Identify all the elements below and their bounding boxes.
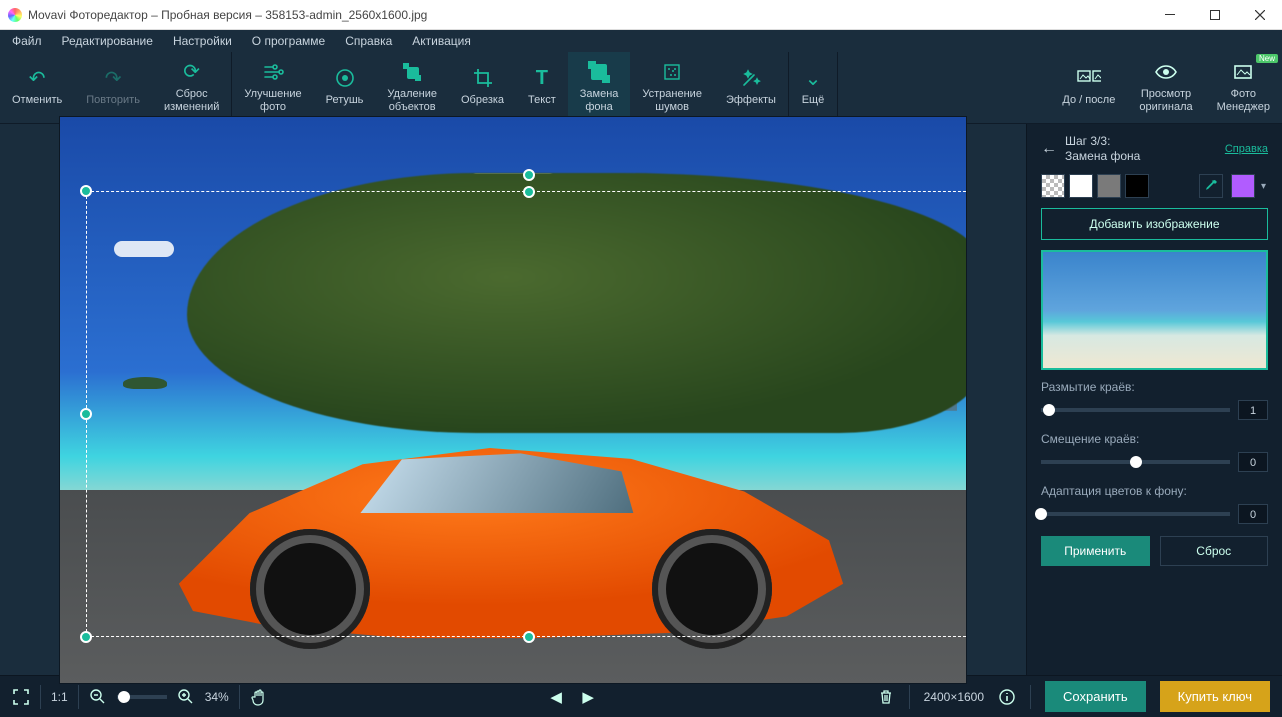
crop-icon [471, 66, 495, 90]
panel-title: Шаг 3/3: Замена фона [1065, 134, 1217, 164]
swatch-gray[interactable] [1097, 174, 1121, 198]
app-logo-icon [8, 8, 22, 22]
shift-slider[interactable] [1041, 460, 1230, 464]
minimize-button[interactable] [1147, 0, 1192, 30]
redo-icon: ↷ [101, 66, 125, 90]
canvas-area[interactable] [0, 124, 1026, 675]
blur-label: Размытие краёв: [1041, 380, 1268, 394]
undo-icon: ↶ [25, 66, 49, 90]
next-image-button[interactable]: ▶ [579, 688, 597, 706]
retouch-icon [333, 66, 357, 90]
reset-icon: ⟳ [180, 60, 204, 84]
text-icon: T [530, 66, 554, 90]
eye-icon [1154, 60, 1178, 84]
selection-marquee[interactable] [86, 191, 966, 637]
eyedropper-button[interactable] [1199, 174, 1223, 198]
info-button[interactable] [998, 688, 1016, 706]
reset-button[interactable]: ⟳Сброс изменений [152, 52, 231, 123]
background-icon [587, 60, 611, 84]
menu-edit[interactable]: Редактирование [54, 32, 161, 50]
panel-help-link[interactable]: Справка [1225, 143, 1268, 155]
maximize-button[interactable] [1192, 0, 1237, 30]
retouch-button[interactable]: Ретушь [314, 52, 376, 123]
compare-icon [1077, 66, 1101, 90]
denoise-button[interactable]: Устранение шумов [630, 52, 714, 123]
apply-button[interactable]: Применить [1041, 536, 1150, 566]
adapt-label: Адаптация цветов к фону: [1041, 484, 1268, 498]
menu-about[interactable]: О программе [244, 32, 333, 50]
resize-handle-nw[interactable] [80, 185, 92, 197]
background-replace-button[interactable]: Замена фона [568, 52, 631, 123]
main-toolbar: ↶Отменить ↷Повторить ⟳Сброс изменений Ул… [0, 52, 1282, 124]
menu-settings[interactable]: Настройки [165, 32, 240, 50]
menu-help[interactable]: Справка [337, 32, 400, 50]
effects-button[interactable]: Эффекты [714, 52, 788, 123]
chevron-down-icon: ⌄ [801, 66, 825, 90]
shift-value[interactable]: 0 [1238, 452, 1268, 472]
zoom-out-button[interactable] [89, 688, 107, 706]
eraser-icon [400, 60, 424, 84]
close-button[interactable] [1237, 0, 1282, 30]
side-panel: ← Шаг 3/3: Замена фона Справка ▾ Добавит… [1026, 124, 1282, 675]
resize-handle-w[interactable] [80, 408, 92, 420]
redo-button[interactable]: ↷Повторить [74, 52, 152, 123]
menu-activation[interactable]: Активация [404, 32, 479, 50]
adapt-slider[interactable] [1041, 512, 1230, 516]
new-badge: New [1256, 54, 1278, 63]
buy-key-button[interactable]: Купить ключ [1160, 681, 1270, 712]
save-button[interactable]: Сохранить [1045, 681, 1146, 712]
window-title: Movavi Фоторедактор – Пробная версия – 3… [28, 8, 427, 22]
swatch-black[interactable] [1125, 174, 1149, 198]
undo-button[interactable]: ↶Отменить [0, 52, 74, 123]
prev-image-button[interactable]: ◀ [547, 688, 565, 706]
window-titlebar: Movavi Фоторедактор – Пробная версия – 3… [0, 0, 1282, 30]
gallery-icon [1231, 60, 1255, 84]
swatch-white[interactable] [1069, 174, 1093, 198]
background-thumbnail[interactable] [1041, 250, 1268, 370]
pan-tool-button[interactable] [250, 688, 268, 706]
effects-icon [739, 66, 763, 90]
delete-button[interactable] [877, 688, 895, 706]
enhance-icon [261, 60, 285, 84]
dropdown-icon[interactable]: ▾ [1259, 181, 1268, 192]
color-swatch-row: ▾ [1041, 174, 1268, 198]
panel-reset-button[interactable]: Сброс [1160, 536, 1269, 566]
more-button[interactable]: ⌄Ещё [789, 52, 837, 123]
zoom-in-button[interactable] [177, 688, 195, 706]
zoom-slider[interactable] [117, 695, 167, 699]
blur-slider[interactable] [1041, 408, 1230, 412]
zoom-ratio[interactable]: 1:1 [51, 690, 68, 704]
zoom-percent: 34% [205, 690, 229, 704]
denoise-icon [660, 60, 684, 84]
image-canvas[interactable] [60, 117, 966, 683]
crop-button[interactable]: Обрезка [449, 52, 516, 123]
enhance-button[interactable]: Улучшение фото [232, 52, 313, 123]
text-tool-button[interactable]: TТекст [516, 52, 568, 123]
shift-label: Смещение краёв: [1041, 432, 1268, 446]
back-button[interactable]: ← [1041, 140, 1057, 158]
swatch-transparent[interactable] [1041, 174, 1065, 198]
adapt-value[interactable]: 0 [1238, 504, 1268, 524]
fullscreen-button[interactable] [12, 688, 30, 706]
menu-file[interactable]: Файл [4, 32, 50, 50]
resize-handle-s[interactable] [523, 631, 535, 643]
view-original-button[interactable]: Просмотр оригинала [1127, 52, 1204, 123]
add-image-button[interactable]: Добавить изображение [1041, 208, 1268, 240]
swatch-custom[interactable] [1231, 174, 1255, 198]
image-dimensions: 2400×1600 [924, 690, 984, 704]
resize-handle-n[interactable] [523, 169, 535, 181]
blur-value[interactable]: 1 [1238, 400, 1268, 420]
resize-handle-sw[interactable] [80, 631, 92, 643]
object-removal-button[interactable]: Удаление объектов [375, 52, 449, 123]
menu-bar: Файл Редактирование Настройки О программ… [0, 30, 1282, 52]
before-after-button[interactable]: До / после [1050, 52, 1127, 123]
resize-handle-n-inner[interactable] [523, 186, 535, 198]
photo-manager-button[interactable]: New Фото Менеджер [1205, 52, 1282, 123]
